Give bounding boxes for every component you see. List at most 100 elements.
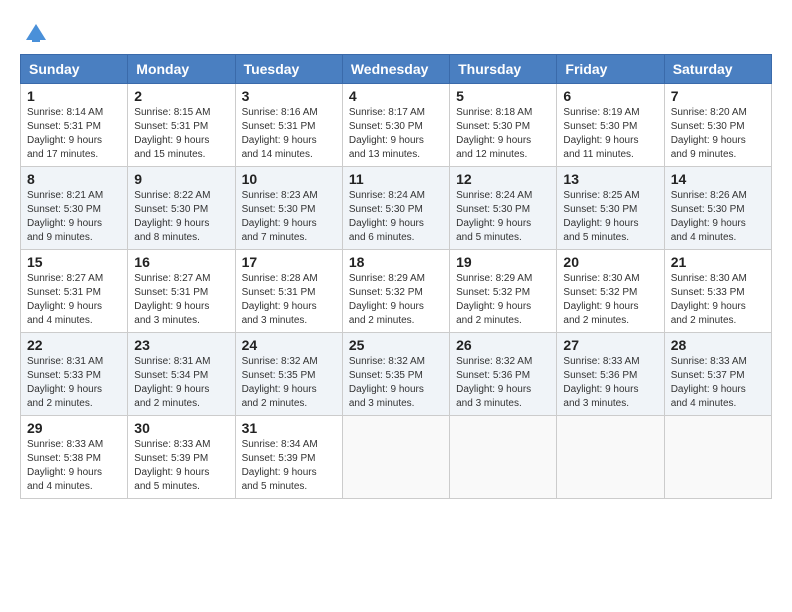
calendar-day-cell: 21 Sunrise: 8:30 AMSunset: 5:33 PMDayligh…: [664, 250, 771, 333]
calendar-day-cell: [450, 416, 557, 499]
calendar-day-cell: [664, 416, 771, 499]
day-info: Sunrise: 8:23 AMSunset: 5:30 PMDaylight:…: [242, 189, 336, 245]
day-number: 5: [456, 88, 550, 104]
calendar-day-header: Tuesday: [235, 55, 342, 84]
day-number: 12: [456, 171, 550, 187]
day-number: 6: [563, 88, 657, 104]
calendar-week-row: 15 Sunrise: 8:27 AMSunset: 5:31 PMDayligh…: [21, 250, 772, 333]
day-number: 22: [27, 337, 121, 353]
day-info: Sunrise: 8:24 AMSunset: 5:30 PMDaylight:…: [456, 189, 550, 245]
day-number: 25: [349, 337, 443, 353]
day-number: 29: [27, 420, 121, 436]
day-info: Sunrise: 8:19 AMSunset: 5:30 PMDaylight:…: [563, 106, 657, 162]
calendar-day-cell: 26 Sunrise: 8:32 AMSunset: 5:36 PMDayligh…: [450, 333, 557, 416]
calendar-day-cell: 17Sunrise: 8:28 AMSunset: 5:31 PMDayligh…: [235, 250, 342, 333]
day-info: Sunrise: 8:29 AMSunset: 5:32 PMDaylight:…: [456, 272, 550, 328]
page-header: [20, 20, 772, 44]
day-info: Sunrise: 8:32 AMSunset: 5:35 PMDaylight:…: [242, 355, 336, 411]
calendar-day-cell: 12 Sunrise: 8:24 AMSunset: 5:30 PMDayligh…: [450, 167, 557, 250]
logo-icon: [22, 20, 50, 48]
calendar-day-cell: 13Sunrise: 8:25 AMSunset: 5:30 PMDayligh…: [557, 167, 664, 250]
day-number: 31: [242, 420, 336, 436]
day-info: Sunrise: 8:31 AMSunset: 5:33 PMDaylight:…: [27, 355, 121, 411]
calendar-day-cell: 23 Sunrise: 8:31 AMSunset: 5:34 PMDayligh…: [128, 333, 235, 416]
day-info: Sunrise: 8:20 AMSunset: 5:30 PMDaylight:…: [671, 106, 765, 162]
day-number: 28: [671, 337, 765, 353]
day-info: Sunrise: 8:26 AMSunset: 5:30 PMDaylight:…: [671, 189, 765, 245]
day-number: 8: [27, 171, 121, 187]
calendar-day-cell: 19 Sunrise: 8:29 AMSunset: 5:32 PMDayligh…: [450, 250, 557, 333]
day-number: 14: [671, 171, 765, 187]
calendar-day-cell: [342, 416, 449, 499]
day-number: 2: [134, 88, 228, 104]
day-number: 11: [349, 171, 443, 187]
calendar-day-cell: 29 Sunrise: 8:33 AMSunset: 5:38 PMDayligh…: [21, 416, 128, 499]
calendar-day-cell: 14 Sunrise: 8:26 AMSunset: 5:30 PMDayligh…: [664, 167, 771, 250]
day-number: 16: [134, 254, 228, 270]
day-number: 15: [27, 254, 121, 270]
calendar-day-header: Thursday: [450, 55, 557, 84]
calendar-day-cell: 25 Sunrise: 8:32 AMSunset: 5:35 PMDayligh…: [342, 333, 449, 416]
calendar-day-cell: 15 Sunrise: 8:27 AMSunset: 5:31 PMDayligh…: [21, 250, 128, 333]
calendar-table: SundayMondayTuesdayWednesdayThursdayFrid…: [20, 54, 772, 499]
calendar-week-row: 1Sunrise: 8:14 AMSunset: 5:31 PMDaylight…: [21, 84, 772, 167]
day-info: Sunrise: 8:32 AMSunset: 5:35 PMDaylight:…: [349, 355, 443, 411]
day-number: 18: [349, 254, 443, 270]
day-info: Sunrise: 8:17 AMSunset: 5:30 PMDaylight:…: [349, 106, 443, 162]
day-info: Sunrise: 8:33 AMSunset: 5:38 PMDaylight:…: [27, 438, 121, 494]
calendar-day-cell: 20Sunrise: 8:30 AMSunset: 5:32 PMDayligh…: [557, 250, 664, 333]
calendar-day-cell: 10 Sunrise: 8:23 AMSunset: 5:30 PMDayligh…: [235, 167, 342, 250]
day-number: 10: [242, 171, 336, 187]
day-info: Sunrise: 8:18 AMSunset: 5:30 PMDaylight:…: [456, 106, 550, 162]
day-number: 7: [671, 88, 765, 104]
calendar-day-cell: [557, 416, 664, 499]
day-number: 21: [671, 254, 765, 270]
calendar-day-cell: 18 Sunrise: 8:29 AMSunset: 5:32 PMDayligh…: [342, 250, 449, 333]
calendar-day-header: Sunday: [21, 55, 128, 84]
day-number: 13: [563, 171, 657, 187]
calendar-week-row: 22 Sunrise: 8:31 AMSunset: 5:33 PMDayligh…: [21, 333, 772, 416]
day-info: Sunrise: 8:30 AMSunset: 5:33 PMDaylight:…: [671, 272, 765, 328]
day-number: 19: [456, 254, 550, 270]
calendar-day-cell: 1Sunrise: 8:14 AMSunset: 5:31 PMDaylight…: [21, 84, 128, 167]
calendar-day-cell: 22 Sunrise: 8:31 AMSunset: 5:33 PMDayligh…: [21, 333, 128, 416]
calendar-day-cell: 24 Sunrise: 8:32 AMSunset: 5:35 PMDayligh…: [235, 333, 342, 416]
day-info: Sunrise: 8:24 AMSunset: 5:30 PMDaylight:…: [349, 189, 443, 245]
calendar-day-cell: 27 Sunrise: 8:33 AMSunset: 5:36 PMDayligh…: [557, 333, 664, 416]
day-number: 23: [134, 337, 228, 353]
day-info: Sunrise: 8:29 AMSunset: 5:32 PMDaylight:…: [349, 272, 443, 328]
calendar-day-header: Wednesday: [342, 55, 449, 84]
day-info: Sunrise: 8:21 AMSunset: 5:30 PMDaylight:…: [27, 189, 121, 245]
logo: [20, 20, 50, 44]
day-number: 27: [563, 337, 657, 353]
calendar-day-cell: 6 Sunrise: 8:19 AMSunset: 5:30 PMDaylight…: [557, 84, 664, 167]
calendar-day-header: Monday: [128, 55, 235, 84]
day-info: Sunrise: 8:16 AMSunset: 5:31 PMDaylight:…: [242, 106, 336, 162]
day-number: 4: [349, 88, 443, 104]
calendar-week-row: 8 Sunrise: 8:21 AMSunset: 5:30 PMDaylight…: [21, 167, 772, 250]
calendar-day-cell: 9Sunrise: 8:22 AMSunset: 5:30 PMDaylight…: [128, 167, 235, 250]
day-number: 17: [242, 254, 336, 270]
day-info: Sunrise: 8:32 AMSunset: 5:36 PMDaylight:…: [456, 355, 550, 411]
calendar-day-cell: 4 Sunrise: 8:17 AMSunset: 5:30 PMDaylight…: [342, 84, 449, 167]
day-number: 24: [242, 337, 336, 353]
day-info: Sunrise: 8:33 AMSunset: 5:39 PMDaylight:…: [134, 438, 228, 494]
calendar-week-row: 29 Sunrise: 8:33 AMSunset: 5:38 PMDayligh…: [21, 416, 772, 499]
calendar-day-cell: 30 Sunrise: 8:33 AMSunset: 5:39 PMDayligh…: [128, 416, 235, 499]
day-info: Sunrise: 8:33 AMSunset: 5:37 PMDaylight:…: [671, 355, 765, 411]
day-number: 3: [242, 88, 336, 104]
day-info: Sunrise: 8:14 AMSunset: 5:31 PMDaylight:…: [27, 106, 121, 162]
calendar-day-cell: 16Sunrise: 8:27 AMSunset: 5:31 PMDayligh…: [128, 250, 235, 333]
calendar-day-cell: 8 Sunrise: 8:21 AMSunset: 5:30 PMDaylight…: [21, 167, 128, 250]
day-info: Sunrise: 8:31 AMSunset: 5:34 PMDaylight:…: [134, 355, 228, 411]
day-info: Sunrise: 8:27 AMSunset: 5:31 PMDaylight:…: [27, 272, 121, 328]
day-number: 30: [134, 420, 228, 436]
day-number: 20: [563, 254, 657, 270]
day-info: Sunrise: 8:33 AMSunset: 5:36 PMDaylight:…: [563, 355, 657, 411]
calendar-day-cell: 5 Sunrise: 8:18 AMSunset: 5:30 PMDaylight…: [450, 84, 557, 167]
day-number: 26: [456, 337, 550, 353]
day-info: Sunrise: 8:22 AMSunset: 5:30 PMDaylight:…: [134, 189, 228, 245]
calendar-day-cell: 2Sunrise: 8:15 AMSunset: 5:31 PMDaylight…: [128, 84, 235, 167]
day-info: Sunrise: 8:34 AMSunset: 5:39 PMDaylight:…: [242, 438, 336, 494]
calendar-day-cell: 3 Sunrise: 8:16 AMSunset: 5:31 PMDaylight…: [235, 84, 342, 167]
